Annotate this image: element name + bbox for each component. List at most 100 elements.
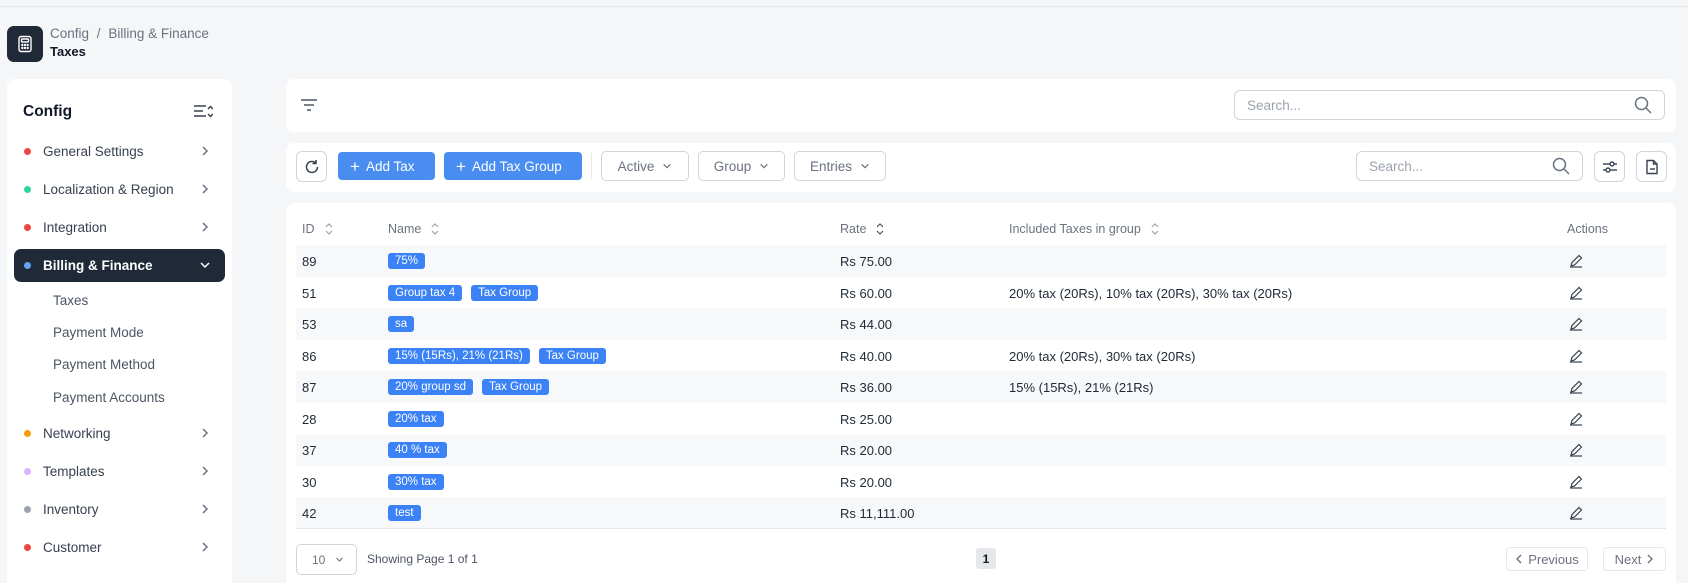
table-row[interactable]: 53 sa Rs 44.00: [296, 308, 1666, 340]
sidebar-item-label: Customer: [43, 540, 102, 555]
filter-icon[interactable]: [300, 97, 318, 113]
table-row[interactable]: 86 15% (15Rs), 21% (21Rs) Tax Group Rs 40…: [296, 340, 1666, 372]
header-included-taxes[interactable]: Included Taxes in group: [1009, 222, 1159, 236]
plus-icon: +: [350, 156, 360, 176]
sidebar-item-networking[interactable]: Networking: [14, 417, 225, 450]
refresh-button[interactable]: [296, 151, 327, 182]
cell-name: 20% group sd Tax Group: [388, 371, 558, 403]
cell-name: sa: [388, 308, 423, 340]
edit-icon[interactable]: [1569, 317, 1583, 331]
sidebar-subitem-payment-method[interactable]: Payment Method: [53, 357, 155, 372]
cell-rate: Rs 75.00: [840, 253, 893, 269]
sidebar-dot: [24, 544, 31, 551]
cell-name: Group tax 4 Tax Group: [388, 277, 547, 309]
chevron-down-icon: [663, 163, 672, 169]
next-page-button[interactable]: Next: [1603, 547, 1666, 571]
edit-icon[interactable]: [1569, 349, 1583, 363]
table-row[interactable]: 37 40 % tax Rs 20.00: [296, 434, 1666, 466]
previous-page-button[interactable]: Previous: [1506, 547, 1588, 571]
top-search-input[interactable]: [1235, 91, 1600, 119]
edit-icon[interactable]: [1569, 286, 1583, 300]
cell-name: 20% tax: [388, 403, 453, 435]
cell-id: 87: [302, 379, 317, 395]
table-row[interactable]: 28 20% tax Rs 25.00: [296, 403, 1666, 435]
header-rate[interactable]: Rate: [840, 222, 884, 236]
sidebar-item-general-settings[interactable]: General Settings: [14, 135, 225, 168]
edit-icon[interactable]: [1569, 412, 1583, 426]
table-search-box: [1356, 151, 1583, 181]
table-row[interactable]: 89 75% Rs 75.00: [296, 245, 1666, 277]
header-id[interactable]: ID: [302, 222, 333, 236]
sidebar-collapse-icon[interactable]: [193, 103, 213, 121]
name-badge[interactable]: 20% group sd: [388, 379, 473, 395]
name-badge[interactable]: Group tax 4: [388, 285, 463, 301]
table-row[interactable]: 51 Group tax 4 Tax Group Rs 60.00 20% tax…: [296, 277, 1666, 309]
active-filter-dropdown[interactable]: Active: [601, 151, 689, 181]
chevron-right-icon: [202, 222, 209, 232]
sidebar-item-label: Integration: [43, 220, 107, 235]
name-badge[interactable]: 75%: [388, 253, 426, 269]
sidebar-item-integration[interactable]: Integration: [14, 211, 225, 244]
chevron-right-icon: [202, 466, 209, 476]
top-search-box: [1234, 90, 1665, 120]
cell-rate: Rs 44.00: [840, 316, 893, 332]
table-search-input[interactable]: [1357, 152, 1549, 180]
header-name[interactable]: Name: [388, 222, 439, 236]
edit-icon[interactable]: [1569, 475, 1583, 489]
group-filter-label: Group: [713, 158, 752, 174]
sidebar-item-templates[interactable]: Templates: [14, 455, 225, 488]
chevron-right-icon: [202, 428, 209, 438]
sidebar-dot: [24, 430, 31, 437]
table-row[interactable]: 87 20% group sd Tax Group Rs 36.00 15% (1…: [296, 371, 1666, 403]
group-filter-dropdown[interactable]: Group: [698, 151, 785, 181]
name-badge[interactable]: 40 % tax: [388, 442, 447, 458]
table-row[interactable]: 42 test Rs 11,111.00: [296, 497, 1666, 529]
name-badge[interactable]: sa: [388, 316, 415, 332]
cell-id: 28: [302, 411, 317, 427]
tax-group-badge: Tax Group: [538, 348, 606, 364]
sidebar-subitem-payment-mode[interactable]: Payment Mode: [53, 325, 144, 340]
cell-id: 37: [302, 442, 317, 458]
page-size-value: 10: [312, 552, 326, 567]
page-number-button[interactable]: 1: [976, 548, 996, 569]
name-badge[interactable]: 30% tax: [388, 474, 444, 490]
edit-icon[interactable]: [1569, 443, 1583, 457]
sidebar-item-inventory[interactable]: Inventory: [14, 493, 225, 526]
entries-filter-label: Entries: [809, 158, 853, 174]
chevron-right-icon: [202, 184, 209, 194]
sidebar-item-localization[interactable]: Localization & Region: [14, 173, 225, 206]
name-badge[interactable]: test: [388, 505, 421, 521]
add-tax-button[interactable]: + Add Tax: [338, 152, 435, 180]
breadcrumb-root[interactable]: Config: [50, 26, 89, 41]
edit-icon[interactable]: [1569, 380, 1583, 394]
search-icon[interactable]: [1552, 157, 1570, 175]
sliders-icon: [1602, 160, 1617, 173]
chevron-right-icon: [202, 146, 209, 156]
cell-id: 86: [302, 348, 317, 364]
sidebar-subitem-payment-accounts[interactable]: Payment Accounts: [53, 390, 165, 405]
add-tax-group-button[interactable]: + Add Tax Group: [444, 152, 582, 180]
name-badge[interactable]: 20% tax: [388, 411, 444, 427]
app-icon[interactable]: [7, 26, 43, 62]
edit-icon[interactable]: [1569, 254, 1583, 268]
entries-filter-dropdown[interactable]: Entries: [794, 151, 886, 181]
sort-icon: [876, 223, 884, 235]
page-size-select[interactable]: 10: [296, 544, 357, 575]
toolbar-divider: [591, 153, 592, 179]
sidebar-item-label: Templates: [43, 464, 105, 479]
breadcrumb-section[interactable]: Billing & Finance: [108, 26, 209, 41]
sidebar-item-customer[interactable]: Customer: [14, 531, 225, 564]
cell-name: 75%: [388, 245, 434, 277]
table-row[interactable]: 30 30% tax Rs 20.00: [296, 466, 1666, 498]
sort-icon: [1151, 223, 1159, 235]
cell-name: 15% (15Rs), 21% (21Rs) Tax Group: [388, 340, 615, 372]
cell-rate: Rs 11,111.00: [840, 505, 915, 521]
edit-icon[interactable]: [1569, 506, 1583, 520]
sidebar-item-billing-finance[interactable]: Billing & Finance: [14, 249, 225, 282]
column-settings-button[interactable]: [1594, 151, 1625, 182]
search-icon[interactable]: [1634, 96, 1652, 114]
sidebar-subitem-taxes[interactable]: Taxes: [53, 293, 88, 308]
name-badge[interactable]: 15% (15Rs), 21% (21Rs): [388, 348, 530, 364]
export-button[interactable]: [1636, 151, 1667, 182]
header-actions-label: Actions: [1567, 222, 1608, 236]
